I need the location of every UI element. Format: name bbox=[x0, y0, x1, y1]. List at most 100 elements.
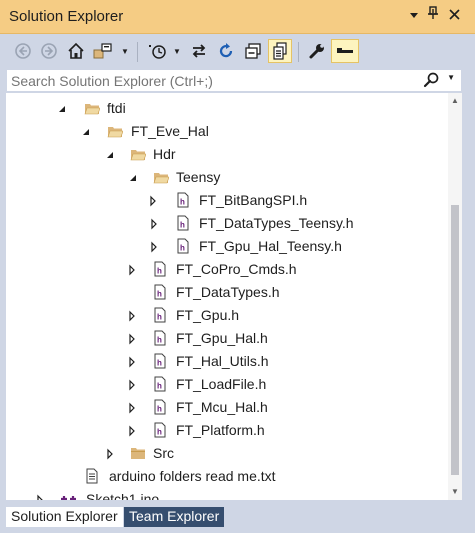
tree-row[interactable]: h FT_DataTypes_Teensy.h bbox=[6, 212, 448, 235]
refresh-icon[interactable] bbox=[214, 39, 238, 63]
tree-item-label: Hdr bbox=[153, 146, 176, 162]
tree-item-label: FT_BitBangSPI.h bbox=[199, 192, 308, 208]
header-file-icon: h bbox=[175, 192, 191, 208]
folder-closed-icon bbox=[130, 445, 146, 461]
svg-text:h: h bbox=[157, 382, 162, 391]
tree-item-label: Teensy bbox=[176, 169, 221, 185]
show-all-files-icon[interactable] bbox=[268, 39, 292, 63]
collapsed-arrow-icon[interactable] bbox=[126, 332, 138, 345]
tree-row[interactable]: h FT_Mcu_Hal.h bbox=[6, 396, 448, 419]
header-file-icon: h bbox=[152, 330, 168, 346]
tree-row[interactable]: Sketch1.ino bbox=[6, 488, 448, 500]
tree-item-label: FT_Eve_Hal bbox=[131, 123, 209, 139]
vertical-scrollbar[interactable]: ▲ ▼ bbox=[448, 93, 462, 500]
tree-row[interactable]: h FT_Gpu_Hal_Teensy.h bbox=[6, 235, 448, 258]
header-file-icon: h bbox=[152, 353, 168, 369]
header-file-icon: h bbox=[152, 284, 168, 300]
svg-text:h: h bbox=[157, 313, 162, 322]
scrollbar-thumb[interactable] bbox=[451, 205, 459, 475]
tree-item-label: FT_CoPro_Cmds.h bbox=[176, 261, 297, 277]
switch-views-dropdown-icon[interactable]: ▼ bbox=[120, 39, 130, 63]
tree-item-label: Sketch1.ino bbox=[86, 491, 160, 500]
expanded-arrow-icon[interactable] bbox=[80, 125, 92, 137]
expanded-arrow-icon[interactable] bbox=[104, 148, 116, 160]
collapsed-arrow-icon[interactable] bbox=[104, 447, 116, 460]
home-icon[interactable] bbox=[64, 39, 88, 63]
tree-row[interactable]: h FT_Gpu_Hal.h bbox=[6, 327, 448, 350]
search-box[interactable]: ▼ bbox=[6, 69, 462, 92]
collapsed-arrow-icon[interactable] bbox=[126, 309, 138, 322]
scroll-up-icon[interactable]: ▲ bbox=[451, 96, 459, 105]
tree-item-label: ftdi bbox=[107, 100, 126, 116]
header-file-icon: h bbox=[175, 215, 191, 231]
preview-selected-items-icon[interactable] bbox=[331, 39, 359, 63]
search-icon[interactable] bbox=[423, 72, 439, 93]
tree-row[interactable]: h FT_CoPro_Cmds.h bbox=[6, 258, 448, 281]
collapsed-arrow-icon[interactable] bbox=[126, 378, 138, 391]
expanded-arrow-icon[interactable] bbox=[56, 102, 68, 114]
header-file-icon: h bbox=[152, 307, 168, 323]
properties-wrench-icon[interactable] bbox=[305, 39, 329, 63]
svg-text:h: h bbox=[157, 290, 162, 299]
expanded-arrow-icon[interactable] bbox=[127, 171, 139, 183]
toolbar-separator bbox=[137, 42, 138, 62]
search-options-dropdown-icon[interactable]: ▼ bbox=[447, 73, 455, 82]
collapsed-arrow-icon[interactable] bbox=[34, 493, 46, 500]
tree-item-label: Src bbox=[153, 445, 174, 461]
tree-item-label: arduino folders read me.txt bbox=[109, 468, 276, 484]
scroll-down-icon[interactable]: ▼ bbox=[451, 487, 459, 496]
tree-item-label: FT_DataTypes.h bbox=[176, 284, 280, 300]
sync-with-active-document-icon[interactable] bbox=[187, 39, 211, 63]
tree-row[interactable]: h FT_DataTypes.h bbox=[6, 281, 448, 304]
collapsed-arrow-icon[interactable] bbox=[148, 217, 160, 230]
tree-row[interactable]: h FT_Gpu.h bbox=[6, 304, 448, 327]
svg-text:h: h bbox=[157, 336, 162, 345]
title-bar[interactable]: Solution Explorer bbox=[0, 0, 475, 34]
collapsed-arrow-icon[interactable] bbox=[147, 194, 159, 207]
tree-row[interactable]: Teensy bbox=[6, 166, 448, 189]
tree-row[interactable]: h FT_BitBangSPI.h bbox=[6, 189, 448, 212]
collapse-all-icon[interactable] bbox=[241, 39, 265, 63]
tab-solution-explorer[interactable]: Solution Explorer bbox=[6, 507, 123, 527]
tab-team-explorer[interactable]: Team Explorer bbox=[124, 507, 225, 527]
pending-changes-filter-icon[interactable] bbox=[145, 39, 169, 63]
back-icon[interactable] bbox=[11, 39, 35, 63]
tree-row[interactable]: arduino folders read me.txt bbox=[6, 465, 448, 488]
tree-item-label: FT_LoadFile.h bbox=[176, 376, 267, 392]
folder-open-icon bbox=[130, 146, 147, 162]
svg-text:h: h bbox=[157, 405, 162, 414]
tree-row[interactable]: Hdr bbox=[6, 143, 448, 166]
bottom-tab-strip: Solution Explorer Team Explorer bbox=[0, 507, 475, 533]
toolbar-separator bbox=[298, 42, 299, 62]
tree-row[interactable]: h FT_Platform.h bbox=[6, 419, 448, 442]
pending-changes-dropdown-icon[interactable]: ▼ bbox=[172, 39, 182, 63]
collapsed-arrow-icon[interactable] bbox=[126, 401, 138, 414]
tree-row[interactable]: FT_Eve_Hal bbox=[6, 120, 448, 143]
collapsed-arrow-icon[interactable] bbox=[148, 240, 160, 253]
collapsed-arrow-icon[interactable] bbox=[126, 424, 138, 437]
toolbar: ▼ ▼ bbox=[0, 34, 475, 68]
svg-text:h: h bbox=[180, 244, 185, 253]
tree-row[interactable]: Src bbox=[6, 442, 448, 465]
header-file-icon: h bbox=[152, 376, 168, 392]
window-position-dropdown-icon[interactable] bbox=[405, 6, 423, 26]
folder-open-icon bbox=[107, 123, 124, 139]
collapsed-arrow-icon[interactable] bbox=[126, 355, 138, 368]
tree-row[interactable]: h FT_Hal_Utils.h bbox=[6, 350, 448, 373]
close-icon[interactable] bbox=[445, 6, 463, 26]
svg-text:h: h bbox=[157, 359, 162, 368]
window-title: Solution Explorer bbox=[9, 8, 124, 25]
pin-icon[interactable] bbox=[424, 6, 442, 26]
tree-row[interactable]: ftdi bbox=[6, 97, 448, 120]
collapsed-arrow-icon[interactable] bbox=[126, 263, 138, 276]
header-file-icon: h bbox=[152, 422, 168, 438]
search-input[interactable] bbox=[11, 71, 411, 90]
tree-item-label: FT_Gpu_Hal.h bbox=[176, 330, 268, 346]
switch-views-icon[interactable] bbox=[91, 39, 115, 63]
forward-icon[interactable] bbox=[37, 39, 61, 63]
tree-row[interactable]: h FT_LoadFile.h bbox=[6, 373, 448, 396]
tree-item-label: FT_Hal_Utils.h bbox=[176, 353, 269, 369]
folder-open-icon bbox=[84, 100, 101, 116]
tree-item-label: FT_Mcu_Hal.h bbox=[176, 399, 268, 415]
header-file-icon: h bbox=[175, 238, 191, 254]
